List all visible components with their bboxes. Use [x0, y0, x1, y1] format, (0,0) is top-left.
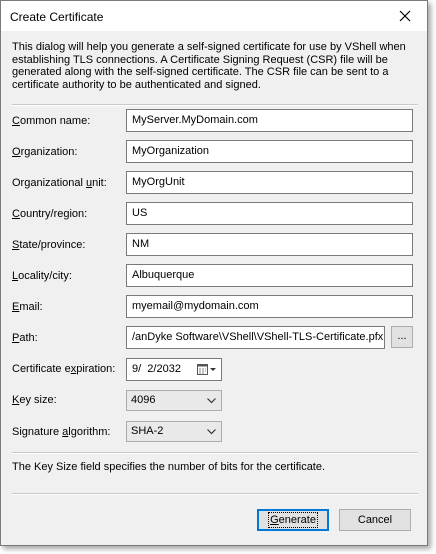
access-key: G: [270, 514, 279, 526]
separator-bottom: [12, 493, 418, 495]
common-name-label: Common name:: [12, 115, 90, 127]
dialog-title: Create Certificate: [10, 10, 104, 24]
access-key: C: [12, 208, 20, 220]
separator-top: [12, 104, 418, 106]
organization-label: Organization:: [12, 146, 77, 158]
label-part: Certificate e: [12, 363, 71, 375]
generate-label: Generate: [268, 512, 318, 528]
path-input[interactable]: /anDyke Software\VShell\VShell-TLS-Certi…: [126, 326, 385, 349]
org-unit-label: Organizational unit:: [12, 177, 107, 189]
signature-algorithm-select[interactable]: SHA-2: [126, 421, 222, 442]
close-icon: [399, 10, 411, 22]
close-button[interactable]: [383, 1, 427, 31]
intro-text: This dialog will help you generate a sel…: [12, 41, 406, 91]
generate-button[interactable]: Generate: [257, 509, 329, 531]
expiration-date-value: 9/ 2/2032: [132, 363, 181, 375]
common-name-input[interactable]: MyServer.MyDomain.com: [126, 109, 413, 132]
label-part: ey size:: [19, 394, 57, 406]
label-part: ountry/region:: [19, 208, 88, 220]
calendar-dropdown-icon[interactable]: [197, 363, 217, 379]
path-label: Path:: [12, 332, 38, 344]
label-part: lgorithm:: [68, 426, 111, 438]
label-part: enerate: [278, 514, 316, 526]
email-label: Email:: [12, 301, 43, 313]
expiration-label: Certificate expiration:: [12, 363, 115, 375]
expiration-date-picker[interactable]: 9/ 2/2032: [126, 358, 222, 381]
signature-algorithm-value: SHA-2: [131, 425, 164, 437]
label-part: Signature: [12, 426, 63, 438]
organization-input[interactable]: MyOrganization: [126, 140, 413, 163]
cancel-button[interactable]: Cancel: [339, 509, 411, 531]
locality-input[interactable]: Albuquerque: [126, 264, 413, 287]
label-part: Organizational: [12, 177, 86, 189]
key-size-hint: The Key Size field specifies the number …: [12, 461, 326, 473]
signature-algorithm-label: Signature algorithm:: [12, 426, 110, 438]
create-certificate-dialog: Create Certificate This dialog will help…: [0, 0, 428, 546]
title-bar: Create Certificate: [1, 1, 427, 31]
label-part: tate/province:: [19, 239, 86, 251]
country-input[interactable]: US: [126, 202, 413, 225]
label-part: piration:: [76, 363, 116, 375]
access-key: O: [12, 146, 21, 158]
key-size-label: Key size:: [12, 394, 57, 406]
label-part: mail:: [19, 301, 43, 313]
country-label: Country/region:: [12, 208, 87, 220]
label-part: ocality/city:: [18, 270, 72, 282]
browse-button[interactable]: ...: [391, 326, 413, 348]
separator-middle: [12, 452, 418, 454]
label-part: ath:: [19, 332, 38, 344]
locality-label: Locality/city:: [12, 270, 72, 282]
state-input[interactable]: NM: [126, 233, 413, 256]
label-part: nit:: [92, 177, 107, 189]
chevron-down-icon: [207, 429, 216, 435]
org-unit-input[interactable]: MyOrgUnit: [126, 171, 413, 194]
key-size-value: 4096: [131, 394, 156, 406]
access-key: C: [12, 115, 20, 127]
chevron-down-icon: [207, 398, 216, 404]
key-size-select[interactable]: 4096: [126, 390, 222, 411]
email-input[interactable]: myemail@mydomain.com: [126, 295, 413, 318]
label-part: rganization:: [20, 146, 78, 158]
state-label: State/province:: [12, 239, 85, 251]
label-part: ommon name:: [19, 115, 91, 127]
